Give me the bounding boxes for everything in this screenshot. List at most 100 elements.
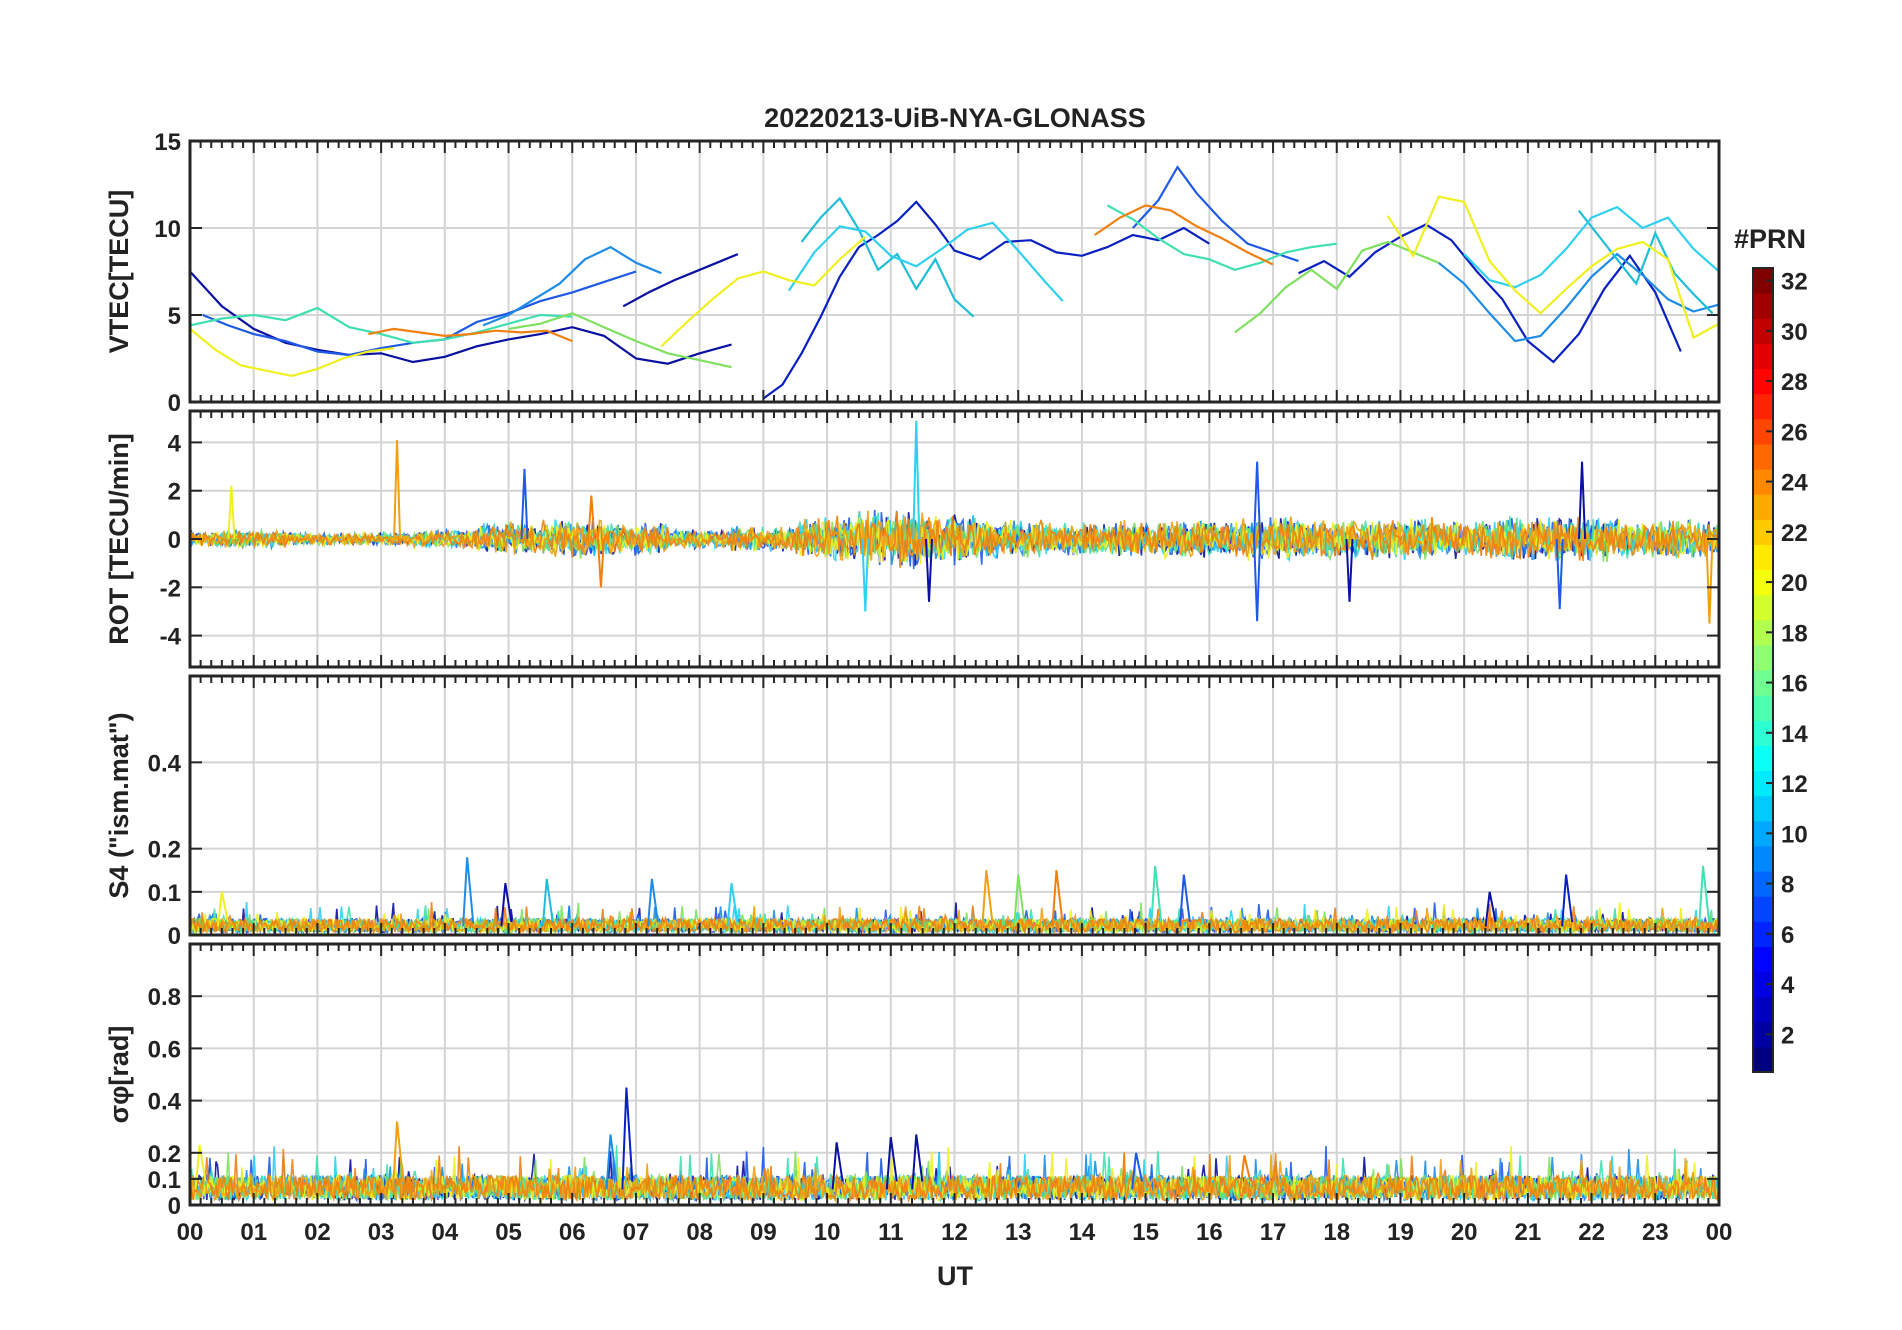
x-tick-label: 10	[814, 1219, 841, 1246]
vtec-series-2	[762, 200, 1210, 400]
y-tick-label: 0	[168, 923, 181, 950]
vtec-series-7	[1438, 252, 1719, 343]
colorbar-tick-label: 28	[1781, 369, 1808, 396]
x-tick-label: 09	[750, 1219, 777, 1246]
colorbar-tick-label: 18	[1781, 620, 1808, 647]
colorbar: #PRN 2468101214161820222426283032	[1734, 224, 1808, 1073]
x-tick-label: 23	[1642, 1219, 1669, 1246]
y-tick-label: 4	[168, 430, 182, 457]
rot-spike	[1705, 538, 1714, 624]
y-tick-label: 0.4	[148, 750, 182, 777]
s4-spike	[1150, 865, 1163, 927]
colorbar-band	[1753, 594, 1773, 621]
x-tick-label: 08	[686, 1219, 713, 1246]
colorbar-tick-label: 20	[1781, 570, 1808, 597]
colorbar-tick-label: 22	[1781, 520, 1808, 547]
rot-spike	[393, 439, 402, 540]
colorbar-band	[1753, 795, 1773, 822]
figure: 20220213-UiB-NYA-GLONASS UT 051015VTEC[T…	[104, 103, 1808, 1291]
panel-rot: -4 -2 0 2 4 ROT [TECU/min]	[104, 409, 1721, 669]
colorbar-tick-label: 8	[1781, 872, 1794, 899]
y-tick-label: 0	[168, 527, 181, 554]
s4-spike	[981, 870, 994, 927]
colorbar-band	[1753, 393, 1773, 420]
y-tick-label: -4	[160, 624, 182, 651]
rot-spike	[227, 485, 236, 540]
vtec-series-3	[1298, 223, 1682, 364]
colorbar-band	[1753, 293, 1773, 319]
colorbar-band	[1753, 946, 1773, 973]
x-tick-label: 03	[368, 1219, 395, 1246]
chart-title: 20220213-UiB-NYA-GLONASS	[764, 103, 1146, 133]
rot-spike	[912, 420, 921, 540]
y-tick-label: 0.4	[148, 1089, 182, 1116]
y-tick-label: 2	[168, 479, 181, 506]
y-tick-label: 15	[154, 129, 181, 156]
x-tick-label: 04	[431, 1219, 458, 1246]
panel-sigma_phi: 00.10.2 0.4 0.6 0.8 σφ[rad] 00 01 02 03 04 05 06 07 0…	[104, 942, 1733, 1246]
colorbar-band	[1753, 996, 1773, 1023]
colorbar-band	[1753, 343, 1773, 370]
s4-spike	[1698, 865, 1711, 927]
colorbar-tick-label: 16	[1781, 671, 1808, 698]
x-tick-label: 17	[1260, 1219, 1287, 1246]
colorbar-band	[1753, 695, 1773, 721]
x-tick-label: 07	[623, 1219, 650, 1246]
y-tick-label: -2	[160, 575, 181, 602]
colorbar-band	[1753, 1046, 1773, 1073]
y-tick-label: 0.6	[148, 1036, 181, 1063]
y-tick-label: 5	[168, 303, 181, 330]
x-tick-label: 11	[878, 1219, 903, 1246]
colorbar-band	[1753, 443, 1773, 470]
colorbar-tick-label: 24	[1781, 470, 1808, 497]
colorbar-band	[1753, 494, 1773, 520]
y-tick-label: 0.1	[148, 1167, 181, 1194]
rot-spike	[1253, 538, 1262, 622]
panels-layer: 051015VTEC[TECU]-4-2024ROT [TECU/min]00.…	[104, 129, 1732, 1246]
y-axis-label-sigma_phi: σφ[rad]	[104, 1026, 134, 1124]
vtec-series-10	[787, 221, 1064, 302]
y-axis-label-rot: ROT [TECU/min]	[104, 433, 134, 644]
y-tick-label: 0.2	[148, 837, 181, 864]
colorbar-tick-label: 14	[1781, 721, 1808, 748]
colorbar-band	[1753, 544, 1773, 571]
x-tick-label: 00	[1706, 1219, 1733, 1246]
vtec-series-16	[190, 328, 395, 378]
x-tick-label: 02	[304, 1219, 331, 1246]
y-tick-label: 0.2	[148, 1141, 181, 1168]
x-tick-label: 13	[1005, 1219, 1032, 1246]
x-tick-label: 16	[1196, 1219, 1223, 1246]
x-tick-label: 22	[1578, 1219, 1605, 1246]
vtec-series-14	[508, 312, 732, 369]
y-tick-label: 0.8	[148, 984, 181, 1011]
panel-s4: 0 0.1 0.2 0.4 S4 ("ism.mat")	[104, 674, 1721, 950]
colorbar-tick-label: 26	[1781, 419, 1808, 446]
x-tick-label: 01	[240, 1219, 267, 1246]
x-tick-label: 14	[1069, 1219, 1096, 1246]
panel-vtec: 0 5 10 15 VTEC[TECU]	[104, 129, 1721, 417]
x-axis-label: UT	[937, 1261, 973, 1291]
x-tick-label: 15	[1132, 1219, 1159, 1246]
x-tick-label: 00	[177, 1219, 204, 1246]
x-tick-label: 12	[941, 1219, 968, 1246]
x-tick-label: 05	[495, 1219, 522, 1246]
y-tick-label: 0	[168, 1193, 181, 1220]
y-tick-label: 0	[168, 390, 181, 417]
colorbar-tick-label: 10	[1781, 821, 1808, 848]
x-tick-label: 21	[1515, 1219, 1542, 1246]
y-axis-label-vtec: VTEC[TECU]	[104, 190, 134, 354]
colorbar-band	[1753, 896, 1773, 922]
x-tick-label: 06	[559, 1219, 586, 1246]
x-tick-label: 18	[1323, 1219, 1350, 1246]
colorbar-band	[1753, 845, 1773, 872]
colorbar-tick-label: 2	[1781, 1022, 1794, 1049]
colorbar-band	[1753, 644, 1773, 671]
colorbar-tick-label: 30	[1781, 319, 1808, 346]
s4-spike	[1051, 870, 1064, 927]
colorbar-tick-label: 32	[1781, 269, 1808, 296]
y-axis-label-s4: S4 ("ism.mat")	[104, 712, 134, 898]
colorbar-bands	[1752, 267, 1774, 1073]
x-tick-label: 19	[1387, 1219, 1414, 1246]
y-tick-label: 0.1	[148, 880, 181, 907]
colorbar-band	[1753, 745, 1773, 772]
